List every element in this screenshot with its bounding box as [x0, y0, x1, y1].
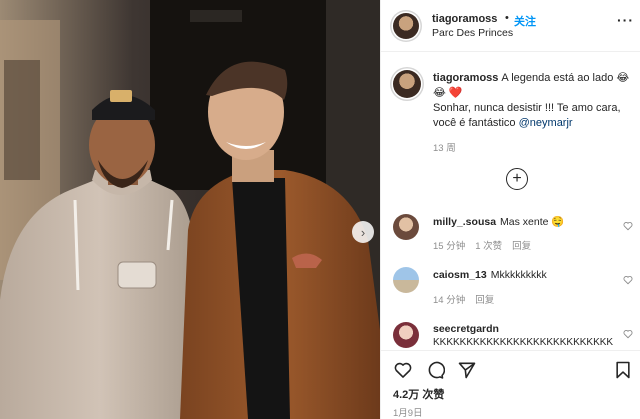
post-actions: 4.2万 次赞 1月9日 — [381, 350, 640, 419]
comment-body: Mas xente 🤤 — [500, 216, 565, 228]
commenter-avatar[interactable] — [393, 267, 419, 293]
follow-button[interactable]: 关注 — [514, 13, 536, 29]
comment-like-icon[interactable] — [623, 329, 633, 339]
comment-like-icon[interactable] — [623, 221, 633, 231]
post-location[interactable]: Parc Des Princes — [432, 27, 513, 39]
separator-dot: • — [505, 12, 509, 24]
post-side-panel: tiagoramoss • 关注 Parc Des Princes ··· ti… — [380, 0, 640, 419]
caption-line-3: Sonhar, nunca desistir !!! Te amo cara, — [433, 102, 621, 114]
comment-body: Mkkkkkkkkk — [490, 269, 547, 281]
load-more-comments-button[interactable]: + — [506, 168, 528, 190]
comment-meta: 15 分钟 1 次赞 回复 — [433, 238, 541, 252]
comment-body: KKKKKKKKKKKKKKKKKKKKKKKKKKK — [433, 337, 614, 348]
comment-username[interactable]: caiosm_13 — [433, 269, 487, 281]
author-avatar[interactable] — [393, 13, 419, 39]
comment-reply-button[interactable]: 回复 — [512, 241, 531, 252]
more-options-button[interactable]: ··· — [617, 12, 634, 28]
caption-time: 13 周 — [433, 143, 456, 154]
next-photo-button[interactable]: › — [352, 221, 374, 243]
comment-bubble-icon[interactable] — [425, 360, 445, 380]
caption-mention-link[interactable]: @neymarjr — [519, 117, 573, 129]
comment-text-row: milly_.sousa Mas xente 🤤 — [433, 215, 564, 228]
comment-text-row: caiosm_13 Mkkkkkkkkk — [433, 269, 547, 281]
save-bookmark-icon[interactable] — [613, 360, 633, 380]
post-caption: tiagoramoss A legenda está ao lado 😂 😂 ❤️… — [433, 71, 633, 131]
comment-username[interactable]: seecretgardn — [433, 323, 499, 335]
comment-meta: 14 分钟 回复 — [433, 292, 504, 306]
comment-time: 14 分钟 — [433, 295, 466, 306]
comment-text-row: seecretgardn — [433, 323, 503, 335]
comment-reply-button[interactable]: 回复 — [475, 295, 494, 306]
caption-username[interactable]: tiagoramoss — [433, 72, 498, 84]
comment-username[interactable]: milly_.sousa — [433, 216, 496, 228]
caption-line-2: 😂 ❤️ — [433, 87, 463, 99]
comment-like-icon[interactable] — [623, 275, 633, 285]
commenter-avatar[interactable] — [393, 322, 419, 348]
caption-line-1: A legenda está ao lado 😂 — [501, 72, 630, 84]
share-plane-icon[interactable] — [457, 360, 477, 380]
likes-count[interactable]: 4.2万 次赞 — [393, 386, 444, 402]
photo-image — [0, 0, 380, 419]
post-photo[interactable]: › — [0, 0, 380, 419]
post-date: 1月9日 — [393, 408, 423, 419]
author-username[interactable]: tiagoramoss — [432, 13, 497, 25]
caption-author-avatar[interactable] — [393, 70, 421, 98]
caption-line-4: você é fantástico — [433, 117, 516, 129]
commenter-avatar[interactable] — [393, 214, 419, 240]
post-header: tiagoramoss • 关注 Parc Des Princes ··· — [381, 0, 640, 52]
comment-time: 15 分钟 — [433, 241, 466, 252]
comment-likes-count[interactable]: 1 次赞 — [475, 241, 502, 252]
like-heart-icon[interactable] — [393, 360, 413, 380]
